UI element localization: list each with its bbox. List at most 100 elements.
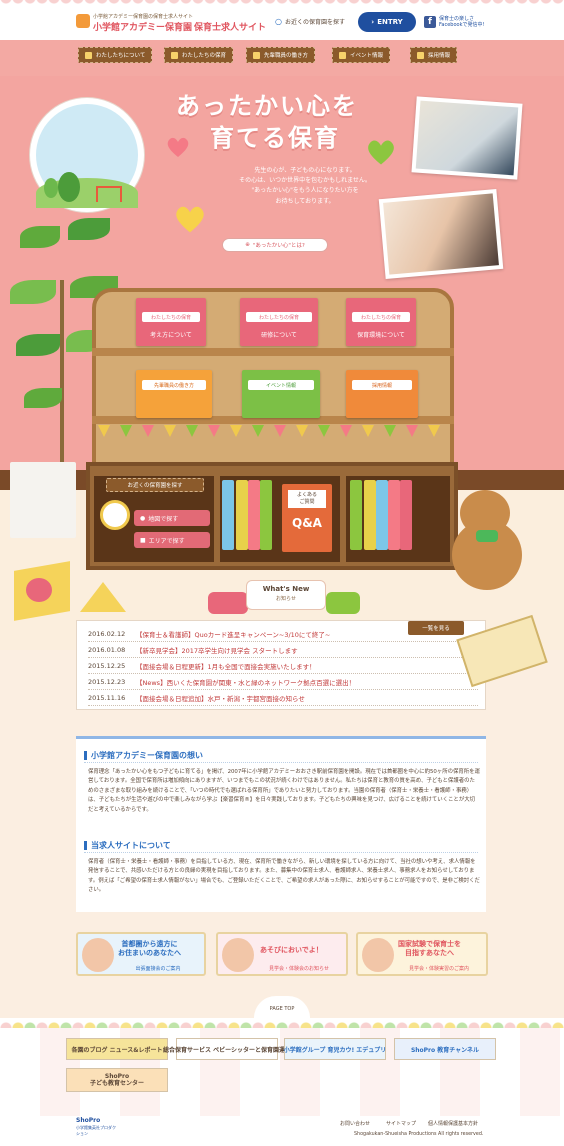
pennant	[164, 425, 176, 437]
logo-title[interactable]: 小学館アカデミー保育園	[93, 20, 192, 33]
news-title[interactable]: 【保育士＆看護師】Quoカード進呈キャンペーン~3/10にて終了~	[136, 629, 330, 639]
hero-photo-teacher	[411, 96, 523, 180]
global-nav: わたしたちについて わたしたちの保育 先輩職員の働き方 イベント情報 採用情報	[0, 40, 564, 76]
building-icon	[85, 51, 92, 59]
magnifier-icon	[100, 500, 130, 530]
footer-link-contact[interactable]: お問い合わせ	[340, 1120, 370, 1127]
facebook-line2: Facebookで発信中!	[439, 22, 485, 28]
pennant	[340, 425, 352, 437]
warm-heart-button[interactable]: ⊕ "あったかい心"とは?	[222, 238, 328, 252]
news-date: 2016.02.12	[88, 629, 126, 638]
news-item[interactable]: 2015.11.16 【面接会場＆日程追加】水戸・新潟・宇都宮面接の知らせ	[88, 690, 478, 706]
footer-link-privacy[interactable]: 個人情報保護基本方針	[428, 1120, 478, 1127]
slide-icon	[96, 186, 122, 202]
book-icon	[171, 51, 178, 59]
facebook-link[interactable]: f 保育士の楽しさ Facebookで発信中!	[424, 13, 494, 31]
banner-visit[interactable]: あそびにおいでよ！ 見学会・体験会のお知らせ	[216, 932, 348, 976]
heart-icon	[176, 206, 204, 233]
hero-title-line1: あったかい心を	[176, 92, 358, 120]
footer-banner-edupuri[interactable]: 小学館グループ 育児カウ! エデュプリ	[284, 1038, 386, 1060]
faq-qa-text: Q&A	[292, 516, 322, 530]
pennant	[230, 425, 242, 437]
footer-banner-sitter[interactable]: 総合保育サービス ベビーシッターと保育園運営	[163, 1038, 291, 1060]
page-top-label: PAGE TOP	[269, 1006, 295, 1012]
pennant	[142, 425, 154, 437]
map-search-button[interactable]: ● 地図で探す	[134, 510, 210, 526]
book-staff[interactable]: 先輩職員の働き方	[136, 370, 212, 418]
footer-banner-shopro-channel[interactable]: ShoPro 教育チャンネル	[394, 1038, 496, 1060]
divider	[84, 762, 478, 763]
book-spine	[236, 480, 248, 550]
logo-subtitle: 小学館アカデミー保育園の保育士求人サイト	[93, 14, 194, 20]
pennant	[274, 425, 286, 437]
plus-icon: ⊕	[245, 242, 250, 248]
book-recruit[interactable]: 採用情報	[346, 370, 418, 418]
page-top-button[interactable]: PAGE TOP	[254, 996, 310, 1018]
nav-item-about[interactable]: わたしたちについて	[78, 47, 153, 63]
area-search-button[interactable]: ■ エリアで探す	[134, 532, 210, 548]
nav-item-recruit[interactable]: 採用情報	[410, 47, 458, 63]
pennant	[252, 425, 264, 437]
pennant	[296, 425, 308, 437]
document-icon	[417, 51, 424, 59]
pennant	[318, 425, 330, 437]
news-title[interactable]: 【新卒見学会】2017卒学生向け見学会 スタートします	[136, 645, 298, 655]
book-events[interactable]: イベント情報	[242, 370, 320, 418]
footer-banner-line2: 子ども教育センター	[89, 1080, 144, 1087]
tree-icon	[58, 172, 80, 202]
news-item[interactable]: 2015.12.25 【面接会場＆日程更新】1月も全国で面接会実施いたします！	[88, 658, 478, 674]
train-car	[208, 592, 248, 614]
news-title[interactable]: 【News】西いくた保育園が関東・水と緑のネットワーク拠点百選に選出！	[136, 677, 355, 687]
pennant	[384, 425, 396, 437]
shopro-logo-sub: 小学館集英社プロダクション	[76, 1124, 116, 1137]
area-icon: ■	[140, 536, 146, 544]
about-heading-text: 小学館アカデミー保育園の想い	[91, 751, 203, 760]
logo-icon[interactable]	[76, 14, 90, 28]
logo-title-suffix[interactable]: 保育士求人サイト	[194, 20, 266, 33]
news-item[interactable]: 2016.01.08 【新卒見学会】2017卒学生向け見学会 スタートします	[88, 642, 478, 658]
news-title[interactable]: 【面接会場＆日程追加】水戸・新潟・宇都宮面接の知らせ	[136, 693, 305, 703]
nav-item-childcare[interactable]: わたしたちの保育	[164, 47, 234, 63]
book-spine	[388, 480, 400, 550]
hero-copy-line: その心は、いつか世界中を包むかもしれません。	[239, 177, 371, 185]
book-philosophy[interactable]: わたしたちの保育 考え方について	[136, 298, 206, 346]
book-spine	[350, 480, 362, 550]
child-photo	[362, 938, 394, 972]
header-search-link[interactable]: ○ お近くの保育園を探す	[275, 13, 355, 29]
entry-button[interactable]: › ENTRY	[358, 12, 416, 32]
child-photo	[82, 938, 114, 972]
news-item[interactable]: 2016.02.12 【保育士＆看護師】Quoカード進呈キャンペーン~3/10にて…	[88, 626, 478, 642]
footer-banner-blog[interactable]: 各園のブログ ニュース&レポート	[66, 1038, 168, 1060]
hero-title-line2: 育てる保育	[210, 124, 340, 152]
news-title[interactable]: 【面接会場＆日程更新】1月も全国で面接会実施いたします！	[136, 661, 316, 671]
facebook-icon: f	[424, 16, 436, 28]
news-date: 2016.01.08	[88, 645, 126, 654]
book-title: 研修について	[261, 332, 297, 339]
banner-remote-interview[interactable]: 首都圏から遠方に お住まいのあなたへ 出張面接会のご案内	[76, 932, 206, 976]
plant-trunk	[60, 280, 64, 466]
book-label: 先輩職員の働き方	[142, 380, 206, 390]
nav-item-staff[interactable]: 先輩職員の働き方	[246, 47, 316, 63]
footer-banner-education-center[interactable]: ShoPro 子ども教育センター	[66, 1068, 168, 1092]
book-title: 保育環境について	[357, 332, 405, 339]
book-environment[interactable]: わたしたちの保育 保育環境について	[346, 298, 416, 346]
nav-item-events[interactable]: イベント情報	[332, 47, 391, 63]
banner-exam[interactable]: 国家試験で保育士を 目指すあなたへ 見学会・体験実習のご案内	[356, 932, 488, 976]
footer-link-sitemap[interactable]: サイトマップ	[386, 1120, 416, 1127]
nav-item-label: わたしたちの保育	[182, 53, 227, 59]
pennant	[186, 425, 198, 437]
header-search-label: お近くの保育園を探す	[284, 18, 345, 26]
news-item[interactable]: 2015.12.23 【News】西いくた保育園が関東・水と緑のネットワーク拠点百…	[88, 674, 478, 690]
nursery-search-label: お近くの保育園を探す	[106, 478, 204, 492]
pennant	[98, 425, 110, 437]
hero-copy-line: "あったかい心"をもう人になりたい方を	[251, 187, 359, 195]
shelf-board	[92, 348, 454, 356]
shopro-logo[interactable]: ShoPro 小学館集英社プロダクション	[76, 1117, 118, 1140]
leaf-icon	[20, 226, 60, 248]
copyright: Shogakukan-Shueisha Productions All righ…	[354, 1132, 484, 1137]
book-label: 採用情報	[352, 380, 412, 390]
news-date: 2015.12.23	[88, 677, 126, 686]
about-heading-text: 当求人サイトについて	[91, 841, 171, 850]
pennant	[428, 425, 440, 437]
book-training[interactable]: わたしたちの保育 研修について	[240, 298, 318, 346]
